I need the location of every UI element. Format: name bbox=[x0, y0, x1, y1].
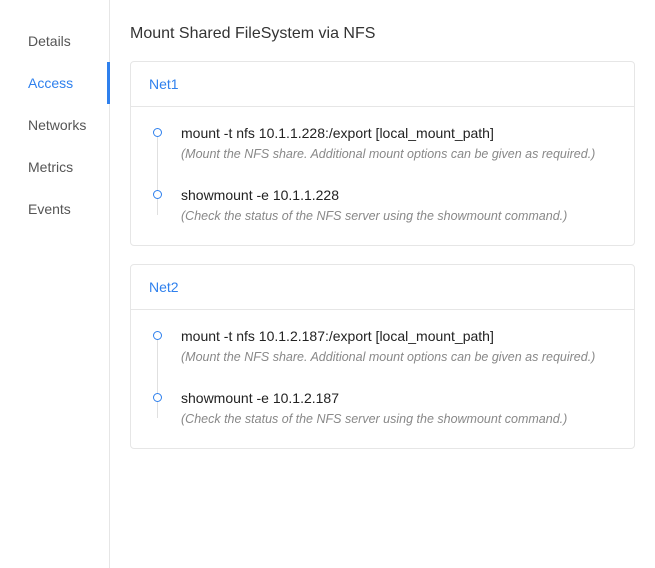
timeline-item: showmount -e 10.1.2.187 (Check the statu… bbox=[153, 390, 616, 426]
bullet-icon bbox=[153, 393, 162, 402]
sidebar-item-events[interactable]: Events bbox=[0, 188, 110, 230]
timeline: mount -t nfs 10.1.2.187:/export [local_m… bbox=[153, 328, 616, 426]
card-net2: Net2 mount -t nfs 10.1.2.187:/export [lo… bbox=[130, 264, 635, 449]
sidebar-item-metrics[interactable]: Metrics bbox=[0, 146, 110, 188]
bullet-icon bbox=[153, 128, 162, 137]
description-text: (Check the status of the NFS server usin… bbox=[181, 412, 616, 426]
command-text: mount -t nfs 10.1.2.187:/export [local_m… bbox=[181, 328, 616, 344]
command-text: mount -t nfs 10.1.1.228:/export [local_m… bbox=[181, 125, 616, 141]
page-title: Mount Shared FileSystem via NFS bbox=[130, 25, 635, 43]
sidebar-item-details[interactable]: Details bbox=[0, 20, 110, 62]
card-body: mount -t nfs 10.1.2.187:/export [local_m… bbox=[131, 310, 634, 448]
card-net1: Net1 mount -t nfs 10.1.1.228:/export [lo… bbox=[130, 61, 635, 246]
description-text: (Mount the NFS share. Additional mount o… bbox=[181, 147, 616, 161]
card-header: Net2 bbox=[131, 265, 634, 310]
bullet-icon bbox=[153, 190, 162, 199]
sidebar: Details Access Networks Metrics Events bbox=[0, 0, 110, 568]
command-text: showmount -e 10.1.1.228 bbox=[181, 187, 616, 203]
sidebar-item-networks[interactable]: Networks bbox=[0, 104, 110, 146]
command-text: showmount -e 10.1.2.187 bbox=[181, 390, 616, 406]
main-content: Mount Shared FileSystem via NFS Net1 mou… bbox=[110, 0, 655, 568]
timeline-item: showmount -e 10.1.1.228 (Check the statu… bbox=[153, 187, 616, 223]
timeline-item: mount -t nfs 10.1.1.228:/export [local_m… bbox=[153, 125, 616, 187]
card-header: Net1 bbox=[131, 62, 634, 107]
timeline-item: mount -t nfs 10.1.2.187:/export [local_m… bbox=[153, 328, 616, 390]
bullet-icon bbox=[153, 331, 162, 340]
description-text: (Mount the NFS share. Additional mount o… bbox=[181, 350, 616, 364]
description-text: (Check the status of the NFS server usin… bbox=[181, 209, 616, 223]
timeline: mount -t nfs 10.1.1.228:/export [local_m… bbox=[153, 125, 616, 223]
sidebar-item-access[interactable]: Access bbox=[0, 62, 110, 104]
card-body: mount -t nfs 10.1.1.228:/export [local_m… bbox=[131, 107, 634, 245]
